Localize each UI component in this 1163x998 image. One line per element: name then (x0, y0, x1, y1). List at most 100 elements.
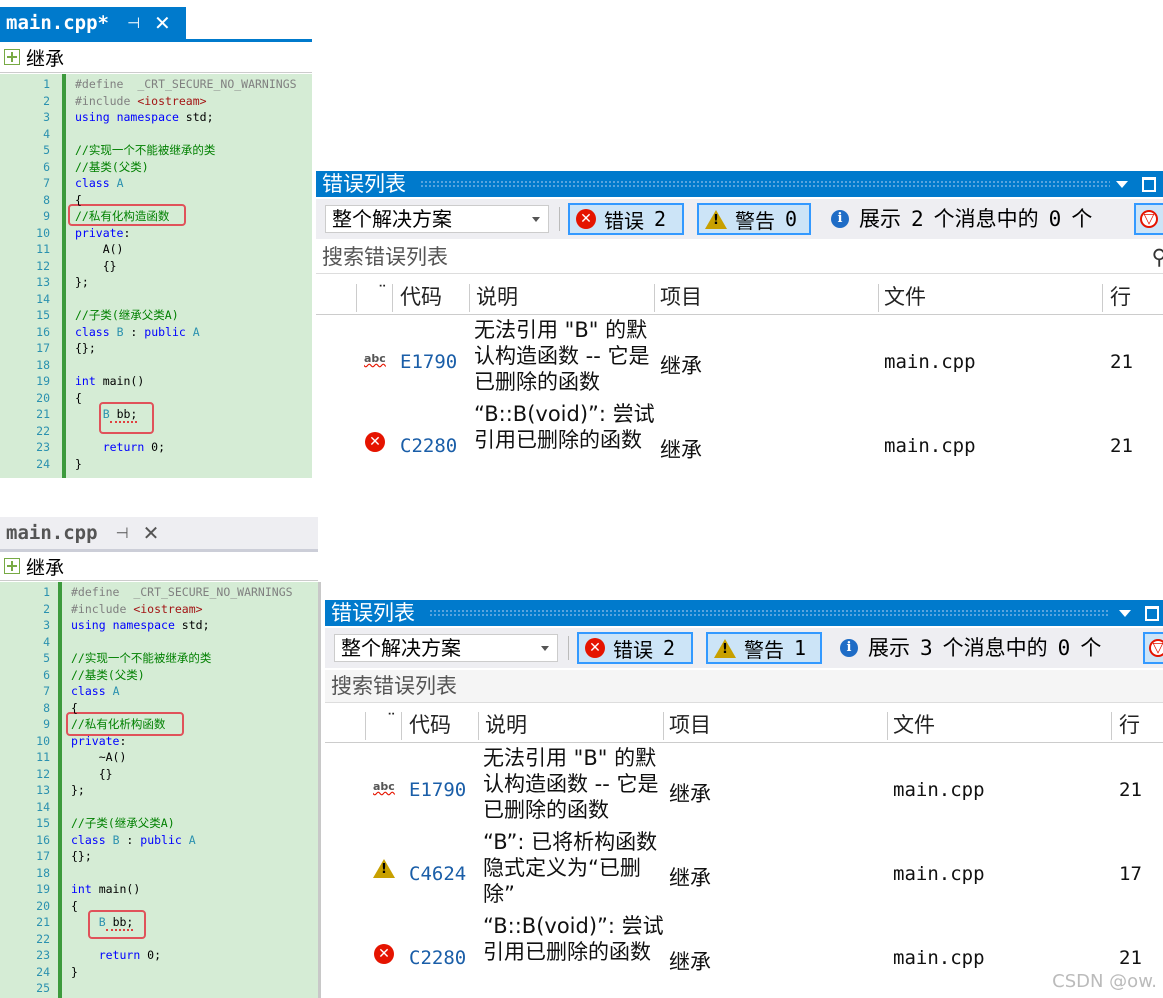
code-token: std; (178, 110, 214, 124)
search-input[interactable]: 搜索错误列表 ⚲ (316, 241, 1163, 274)
code-line[interactable]: { (71, 898, 78, 915)
tab-main-cpp[interactable]: main.cpp ⊣ ✕ (0, 517, 318, 549)
code-line[interactable]: int main() (71, 881, 140, 898)
code-line[interactable]: {} (75, 258, 117, 275)
code-line[interactable]: {}; (71, 848, 92, 865)
code-line[interactable]: #define _CRT_SECURE_NO_WARNINGS (71, 584, 293, 601)
scope-select[interactable]: 整个解决方案 (334, 634, 558, 662)
sort-icon[interactable]: ⠉ (387, 708, 396, 742)
code-line[interactable]: class A (71, 683, 120, 700)
code-line[interactable]: }; (71, 782, 85, 799)
code-token: bb; (109, 407, 138, 423)
code-line[interactable]: int main() (75, 373, 144, 390)
error-code: E1790 (409, 779, 467, 801)
pin-icon[interactable]: ⊣ (127, 14, 140, 32)
code-line[interactable]: //子类(继承父类A) (71, 815, 175, 832)
code-line[interactable]: return 0; (71, 947, 161, 964)
code-line[interactable]: return 0; (75, 439, 165, 456)
error-row[interactable]: abc E1790 无法引用 "B" 的默认构造函数 -- 它是已删除的函数 继承 ma… (316, 315, 1163, 399)
code-line[interactable]: } (75, 456, 82, 473)
code-line[interactable]: private: (75, 225, 130, 242)
col-project[interactable]: 项目 (660, 280, 702, 314)
col-code[interactable]: 代码 (409, 708, 451, 742)
messages-filter-button[interactable]: i 展示 3 个消息中的 0 个 (840, 634, 1101, 662)
code-line[interactable]: { (75, 390, 82, 407)
scope-select[interactable]: 整个解决方案 (325, 205, 549, 233)
sort-icon[interactable]: ⠉ (378, 280, 387, 314)
code-editor[interactable]: 1 #define _CRT_SECURE_NO_WARNINGS 2 #includ… (0, 74, 312, 478)
col-line[interactable]: 行 (1110, 280, 1131, 314)
code-line[interactable]: //子类(继承父类A) (75, 307, 179, 324)
code-token: }; (75, 275, 89, 289)
code-line[interactable]: //私有化构造函数 (75, 208, 169, 225)
col-description[interactable]: 说明 (476, 280, 518, 314)
code-line[interactable]: //私有化析构函数 (71, 716, 165, 733)
code-line[interactable]: {}; (75, 340, 96, 357)
dropdown-icon[interactable] (1119, 610, 1131, 617)
code-line[interactable]: class B : public A (71, 832, 196, 849)
col-project[interactable]: 项目 (669, 708, 711, 742)
code-line[interactable]: //基类(父类) (71, 667, 145, 684)
dropdown-icon[interactable] (1116, 181, 1128, 188)
warnings-filter-button[interactable]: ! 警告 1 (706, 632, 822, 664)
col-code[interactable]: 代码 (400, 280, 442, 314)
code-line[interactable]: #include <iostream> (75, 93, 207, 110)
line-number: 12 (36, 766, 50, 781)
errors-filter-button[interactable]: ✕ 错误 2 (577, 632, 693, 664)
close-icon[interactable]: ✕ (154, 11, 171, 35)
navigation-bar[interactable]: 继承 (0, 553, 318, 579)
code-editor[interactable]: 1 #define _CRT_SECURE_NO_WARNINGS 2 #includ… (0, 582, 318, 998)
code-line[interactable]: class A (75, 175, 124, 192)
code-token: #include (71, 601, 134, 616)
warnings-filter-button[interactable]: ! 警告 0 (697, 203, 811, 235)
spellcheck-icon: abc (364, 352, 386, 365)
maximize-icon[interactable] (1145, 606, 1159, 621)
code-line[interactable]: { (71, 700, 78, 717)
code-line[interactable]: A() (75, 241, 124, 258)
messages-filter-button[interactable]: i 展示 2 个消息中的 0 个 (831, 205, 1092, 233)
col-description[interactable]: 说明 (485, 708, 527, 742)
code-line[interactable]: using namespace std; (75, 109, 214, 126)
line-number: 12 (36, 258, 50, 273)
errors-filter-button[interactable]: ✕ 错误 2 (568, 203, 684, 235)
navigation-bar[interactable]: 继承 (0, 44, 312, 70)
error-file: main.cpp (884, 435, 976, 457)
code-line[interactable]: //实现一个不能被继承的类 (71, 650, 211, 667)
maximize-icon[interactable] (1142, 177, 1156, 192)
code-line[interactable]: using namespace std; (71, 617, 210, 634)
code-line[interactable]: private: (71, 733, 126, 750)
col-file[interactable]: 文件 (884, 280, 926, 314)
col-file[interactable]: 文件 (893, 708, 935, 742)
code-line[interactable]: #include <iostream> (71, 601, 203, 618)
code-line[interactable]: //基类(父类) (75, 159, 149, 176)
code-line[interactable]: {} (71, 766, 113, 783)
error-row[interactable]: abc E1790 无法引用 "B" 的默认构造函数 -- 它是已删除的函数 继承 ma… (325, 743, 1163, 827)
code-line[interactable]: }; (75, 274, 89, 291)
code-line[interactable]: B bb; (71, 914, 134, 931)
search-input[interactable]: 搜索错误列表 (325, 670, 1163, 703)
code-token: #include (75, 93, 138, 108)
col-line[interactable]: 行 (1119, 708, 1140, 742)
code-line[interactable]: ~A() (71, 749, 127, 766)
code-line[interactable]: B bb; (75, 406, 138, 423)
code-line[interactable]: } (71, 964, 78, 981)
filter-button[interactable]: ▽ (1134, 203, 1163, 235)
pin-icon[interactable]: ⊣ (116, 524, 129, 542)
code-token: //基类(父类) (71, 667, 145, 682)
code-line[interactable]: #define _CRT_SECURE_NO_WARNINGS (75, 76, 297, 93)
error-row[interactable]: ✕ C2280 “B::B(void)”: 尝试引用已删除的函数 继承 main.cpp… (325, 911, 1163, 995)
error-line: 21 (1119, 779, 1142, 801)
error-row[interactable]: ! C4624 “B”: 已将析构函数隐式定义为“已删除” 继承 main.cpp 17 (325, 827, 1163, 911)
code-line[interactable]: //实现一个不能被继承的类 (75, 142, 215, 159)
close-icon[interactable]: ✕ (143, 521, 160, 545)
code-token: _CRT_SECURE_NO_WARNINGS (133, 585, 293, 599)
code-line[interactable]: class B : public A (75, 324, 200, 341)
code-line[interactable]: { (75, 192, 82, 209)
tab-main-cpp[interactable]: main.cpp* ⊣ ✕ (0, 7, 186, 39)
code-token: {} (71, 766, 113, 781)
line-number: 2 (43, 601, 50, 616)
error-row[interactable]: ✕ C2280 “B::B(void)”: 尝试引用已删除的函数 继承 main.cpp… (316, 399, 1163, 483)
code-token: private (75, 225, 124, 240)
filter-button[interactable]: ▽ (1143, 632, 1163, 664)
